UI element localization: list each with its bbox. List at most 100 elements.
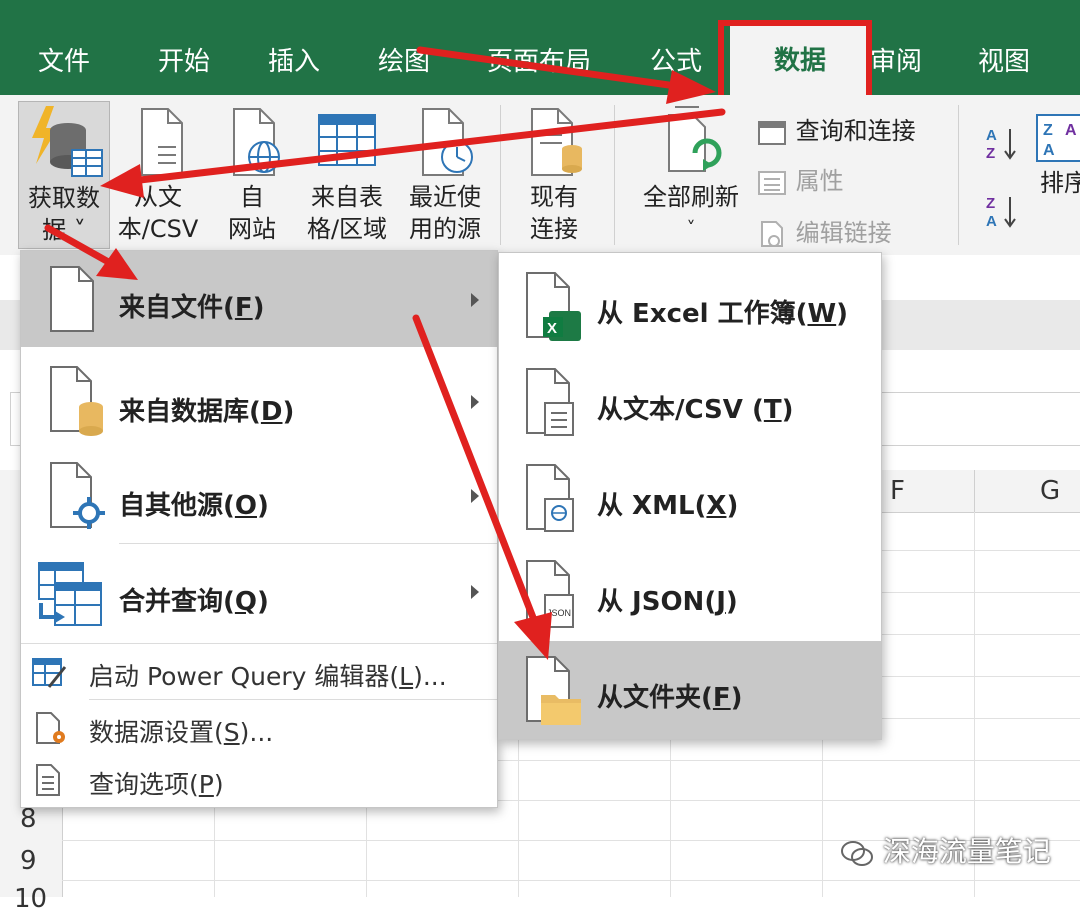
submenu-item-label: 从 Excel 工作簿(W) (597, 299, 849, 329)
recent-sources-button[interactable]: 最近使 用的源 (400, 101, 490, 245)
from-table-label-1: 来自表 (311, 183, 383, 211)
menu-item-label: 来自文件(F) (119, 293, 265, 323)
menu-item-label: 来自数据库(D) (119, 397, 295, 427)
connection-database-icon (531, 108, 582, 176)
edit-links-icon (761, 221, 783, 247)
existing-connections-label-2: 连接 (530, 215, 578, 243)
submenu-item-label: 从 XML(X) (597, 491, 739, 521)
get-data-button[interactable]: 获取数 据 ˅ (18, 101, 110, 249)
menu-item-label: 查询选项(P) (89, 770, 224, 799)
query-options-icon (36, 764, 60, 796)
watermark: 深海流量笔记 (840, 830, 1051, 870)
tab-file[interactable]: 文件 (38, 45, 90, 79)
menu-item-from-file[interactable]: 来自文件(F) (21, 251, 497, 347)
svg-text:A: A (1043, 142, 1055, 159)
existing-connections-button[interactable]: 现有 连接 (512, 101, 596, 245)
refresh-all-caret: ˅ (686, 218, 696, 239)
text-csv-file-icon (526, 368, 574, 436)
from-text-csv-button[interactable]: 从文 本/CSV (112, 101, 204, 245)
ribbon-separator (614, 105, 615, 245)
other-source-icon (50, 462, 105, 529)
json-file-icon: JSON (526, 560, 574, 628)
row-header-8[interactable]: 8 (20, 804, 37, 834)
submenu-item-label: 从文本/CSV (T) (597, 395, 794, 425)
sort-button[interactable]: Z A A 排序 (1034, 113, 1080, 199)
svg-text:Z: Z (1043, 122, 1053, 139)
queries-connections-button[interactable]: 查询和连接 (756, 111, 916, 147)
from-file-submenu: X 从 Excel 工作簿(W) 从文本/CSV (T) 从 XML(X) JS… (498, 252, 882, 740)
get-data-label-1: 获取数 (28, 184, 100, 212)
wechat-icon (841, 841, 873, 866)
refresh-icon (668, 106, 722, 172)
submenu-item-folder[interactable]: 从文件夹(F) (499, 641, 881, 739)
tab-view[interactable]: 视图 (978, 45, 1030, 79)
properties-label: 属性 (795, 167, 844, 195)
submenu-item-text-csv[interactable]: 从文本/CSV (T) (499, 357, 881, 449)
from-text-label-2: 本/CSV (117, 215, 199, 243)
submenu-item-excel-workbook[interactable]: X 从 Excel 工作簿(W) (499, 261, 881, 353)
svg-text:Z: Z (986, 145, 995, 162)
get-data-label-2: 据 ˅ (42, 216, 86, 244)
menu-separator (119, 543, 497, 544)
menu-item-label: 合并查询(Q) (119, 587, 269, 617)
sort-dialog-icon: Z A A (1036, 114, 1080, 162)
recent-clock-icon (422, 108, 473, 176)
column-header-f[interactable]: F (890, 476, 905, 506)
excel-workbook-icon: X (526, 272, 581, 341)
tab-draw[interactable]: 绘图 (378, 45, 430, 79)
menu-item-from-other-sources[interactable]: 自其他源(O) (21, 451, 497, 541)
sort-label: 排序 (1040, 169, 1080, 197)
from-table-range-button[interactable]: 来自表 格/区域 (300, 101, 394, 245)
sort-ascending-icon: A Z (986, 127, 1016, 162)
refresh-all-button[interactable]: 全部刷新 ˅ (636, 101, 746, 245)
from-web-label-2: 网站 (228, 215, 276, 243)
database-lightning-icon (32, 106, 103, 177)
ribbon-separator (500, 105, 501, 245)
tab-review[interactable]: 审阅 (870, 45, 922, 79)
get-data-menu: 来自文件(F) 来自数据库(D) 自其他源(O) 合并查询(Q) 启动 Powe… (20, 250, 498, 808)
from-web-label-1: 自 (240, 183, 264, 211)
menu-item-combine-queries[interactable]: 合并查询(Q) (21, 547, 497, 639)
row-header-10[interactable]: 10 (14, 884, 47, 914)
row-header-9[interactable]: 9 (20, 846, 37, 876)
edit-links-button[interactable]: 编辑链接 (756, 213, 892, 249)
recent-sources-label-1: 最近使 (409, 183, 481, 211)
submenu-item-json[interactable]: JSON 从 JSON(J) (499, 549, 881, 641)
submenu-arrow-icon (471, 395, 479, 409)
menu-item-from-database[interactable]: 来自数据库(D) (21, 355, 497, 447)
edit-links-label: 编辑链接 (795, 219, 892, 247)
tab-insert[interactable]: 插入 (268, 45, 320, 79)
tab-home[interactable]: 开始 (158, 45, 210, 79)
from-web-button[interactable]: 自 网站 (214, 101, 290, 245)
menu-item-query-options[interactable]: 查询选项(P) (21, 755, 497, 805)
web-globe-icon (233, 108, 280, 176)
json-icon-text: JSON (547, 608, 571, 618)
submenu-item-label: 从文件夹(F) (597, 683, 743, 713)
submenu-item-xml[interactable]: 从 XML(X) (499, 453, 881, 545)
tab-formulas[interactable]: 公式 (650, 45, 702, 79)
sort-ascending-button[interactable]: A Z (984, 123, 1020, 169)
from-table-label-2: 格/区域 (306, 215, 388, 243)
submenu-arrow-icon (471, 585, 479, 599)
svg-text:A: A (986, 127, 997, 144)
combine-queries-icon (38, 562, 102, 626)
column-header-g[interactable]: G (1040, 476, 1060, 506)
ribbon: 获取数 据 ˅ 从文 本/CSV 自 网站 来自表 格/区域 最近使 用的源 现… (0, 95, 1080, 255)
xml-file-icon (526, 464, 574, 532)
menu-item-launch-power-query[interactable]: 启动 Power Query 编辑器(L)... (21, 647, 497, 697)
sort-descending-button[interactable]: Z A (984, 191, 1020, 237)
menu-item-label: 数据源设置(S)... (89, 718, 274, 747)
submenu-arrow-icon (471, 293, 479, 307)
menu-item-label: 启动 Power Query 编辑器(L)... (89, 662, 447, 691)
svg-text:A: A (986, 213, 997, 230)
refresh-all-label: 全部刷新 (643, 183, 739, 211)
submenu-item-label: 从 JSON(J) (597, 587, 738, 617)
queries-connections-label: 查询和连接 (795, 117, 916, 145)
recent-sources-label-2: 用的源 (409, 215, 481, 243)
properties-button[interactable]: 属性 (756, 161, 844, 197)
menu-separator (89, 699, 497, 700)
menu-item-data-source-settings[interactable]: 数据源设置(S)... (21, 703, 497, 753)
tab-page-layout[interactable]: 页面布局 (487, 45, 591, 79)
power-query-editor-icon (32, 658, 67, 688)
svg-text:A: A (1065, 122, 1077, 139)
